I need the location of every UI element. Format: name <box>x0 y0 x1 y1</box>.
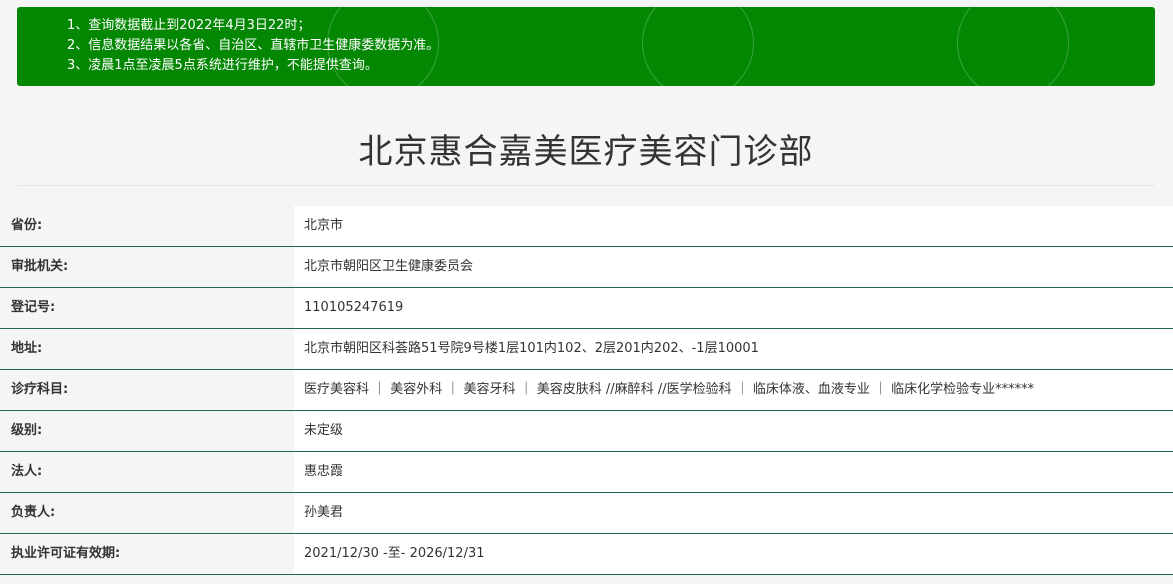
info-row-approval-authority: 审批机关: 北京市朝阳区卫生健康委员会 <box>0 247 1173 288</box>
row-label: 法人: <box>0 452 294 492</box>
row-value: 医疗美容科 ｜ 美容外科 ｜ 美容牙科 ｜ 美容皮肤科 //麻醉科 //医学检验… <box>294 370 1173 410</box>
row-label: 级别: <box>0 411 294 451</box>
row-value: 北京市 <box>294 206 1173 246</box>
title-divider <box>17 185 1155 186</box>
page-title: 北京惠合嘉美医疗美容门诊部 <box>358 132 814 172</box>
row-label: 诊疗科目: <box>0 370 294 410</box>
info-row-person-in-charge: 负责人: 孙美君 <box>0 493 1173 534</box>
row-value: 北京市朝阳区卫生健康委员会 <box>294 247 1173 287</box>
row-label: 地址: <box>0 329 294 369</box>
info-table: 省份: 北京市 审批机关: 北京市朝阳区卫生健康委员会 登记号: 1101052… <box>0 206 1173 575</box>
info-row-registration-number: 登记号: 110105247619 <box>0 288 1173 329</box>
row-value: 110105247619 <box>294 288 1173 328</box>
notice-line: 2、信息数据结果以各省、自治区、直辖市卫生健康委数据为准。 <box>67 38 440 53</box>
notice-line: 1、查询数据截止到2022年4月3日22时； <box>67 18 311 33</box>
info-row-address: 地址: 北京市朝阳区科荟路51号院9号楼1层101内102、2层201内202、… <box>0 329 1173 370</box>
info-row-level: 级别: 未定级 <box>0 411 1173 452</box>
info-row-license-validity: 执业许可证有效期: 2021/12/30 -至- 2026/12/31 <box>0 534 1173 575</box>
info-row-province: 省份: 北京市 <box>0 206 1173 247</box>
row-value: 2021/12/30 -至- 2026/12/31 <box>294 534 1173 574</box>
row-value: 惠忠霞 <box>294 452 1173 492</box>
info-row-departments: 诊疗科目: 医疗美容科 ｜ 美容外科 ｜ 美容牙科 ｜ 美容皮肤科 //麻醉科 … <box>0 370 1173 411</box>
row-value: 北京市朝阳区科荟路51号院9号楼1层101内102、2层201内202、-1层1… <box>294 329 1173 369</box>
row-value: 孙美君 <box>294 493 1173 533</box>
notice-line: 3、凌晨1点至凌晨5点系统进行维护，不能提供查询。 <box>67 58 378 73</box>
row-label: 执业许可证有效期: <box>0 534 294 574</box>
row-label: 审批机关: <box>0 247 294 287</box>
row-label: 省份: <box>0 206 294 246</box>
notice-banner: 1、查询数据截止到2022年4月3日22时； 2、信息数据结果以各省、自治区、直… <box>17 7 1155 86</box>
row-value: 未定级 <box>294 411 1173 451</box>
info-row-legal-person: 法人: 惠忠霞 <box>0 452 1173 493</box>
row-label: 登记号: <box>0 288 294 328</box>
row-label: 负责人: <box>0 493 294 533</box>
